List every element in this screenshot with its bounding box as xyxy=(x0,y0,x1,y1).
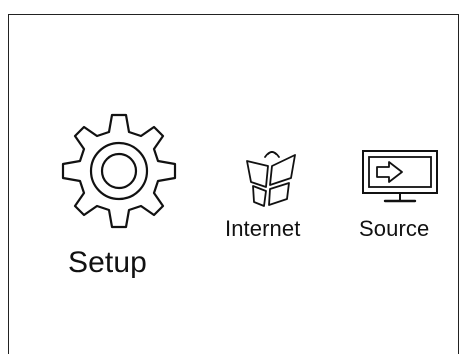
setup-menu-item[interactable]: Setup xyxy=(59,107,179,285)
screen-frame: Setup Internet Source xyxy=(8,14,459,354)
setup-label: Setup xyxy=(68,246,147,279)
internet-menu-item[interactable]: Internet xyxy=(221,147,325,243)
gear-icon xyxy=(61,113,177,229)
source-label: Source xyxy=(359,216,430,241)
internet-label: Internet xyxy=(225,216,301,241)
source-monitor-icon xyxy=(362,150,438,203)
internet-window-icon xyxy=(246,151,296,207)
source-menu-item[interactable]: Source xyxy=(349,147,453,243)
